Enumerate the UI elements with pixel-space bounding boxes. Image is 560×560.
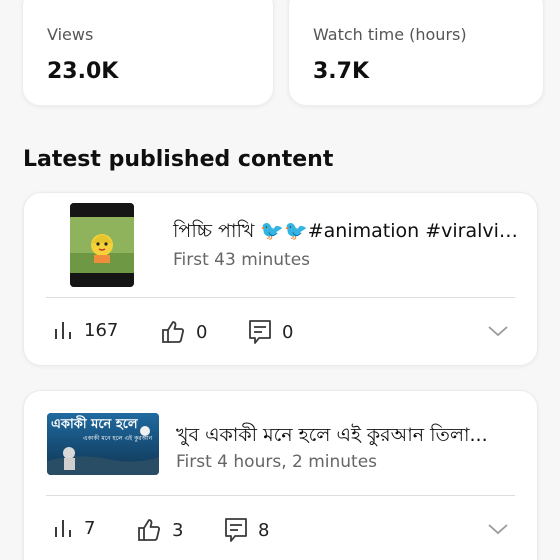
bar-chart-icon [55,520,71,537]
content-card[interactable]: পিচ্চি পাখি 🐦🐦#animation #viralvid... Fi… [23,192,538,366]
divider [46,495,515,496]
thumb-up-icon [162,321,184,343]
comments-metric: 0 [248,319,293,345]
video-thumbnail[interactable]: একাকী মনে হলে একাকী মনে হলে এই কুরআন [47,413,159,475]
likes-count: 0 [196,321,208,343]
likes-count: 3 [172,519,184,541]
views-value: 23.0K [47,59,119,84]
views-metric: 7 [52,517,95,539]
likes-metric: 0 [160,319,207,345]
video-title[interactable]: পিচ্চি পাখি 🐦🐦#animation #viralvid... [173,217,519,249]
watch-time-value: 3.7K [313,59,370,84]
divider [46,297,515,298]
views-card[interactable]: Views 23.0K [22,0,274,106]
video-subtitle: First 43 minutes [173,250,311,270]
comment-icon [249,320,271,344]
video-thumbnail[interactable] [70,203,134,287]
comments-metric: 8 [224,517,269,543]
content-card[interactable]: একাকী মনে হলে একাকী মনে হলে এই কুরআন খুব… [23,390,538,560]
comments-count: 8 [258,519,270,541]
views-count: 167 [84,319,119,341]
section-title: Latest published content [23,147,334,172]
thumb-up-icon [138,519,160,541]
watch-time-label: Watch time (hours) [313,25,467,44]
views-count: 7 [84,517,96,539]
views-metric: 167 [52,319,118,341]
thumbnail-subtext: একাকী মনে হলে এই কুরআন [83,435,153,442]
views-label: Views [47,25,94,44]
chevron-down-icon[interactable] [487,522,509,536]
video-subtitle: First 4 hours, 2 minutes [176,452,378,472]
bar-chart-icon [55,322,71,339]
comments-count: 0 [282,321,294,343]
video-title[interactable]: খুব একাকী মনে হলে এই কুরআন তিলা... [176,421,512,453]
likes-metric: 3 [136,517,183,543]
watch-time-card[interactable]: Watch time (hours) 3.7K [288,0,544,106]
chevron-down-icon[interactable] [487,324,509,338]
comment-icon [225,518,247,542]
